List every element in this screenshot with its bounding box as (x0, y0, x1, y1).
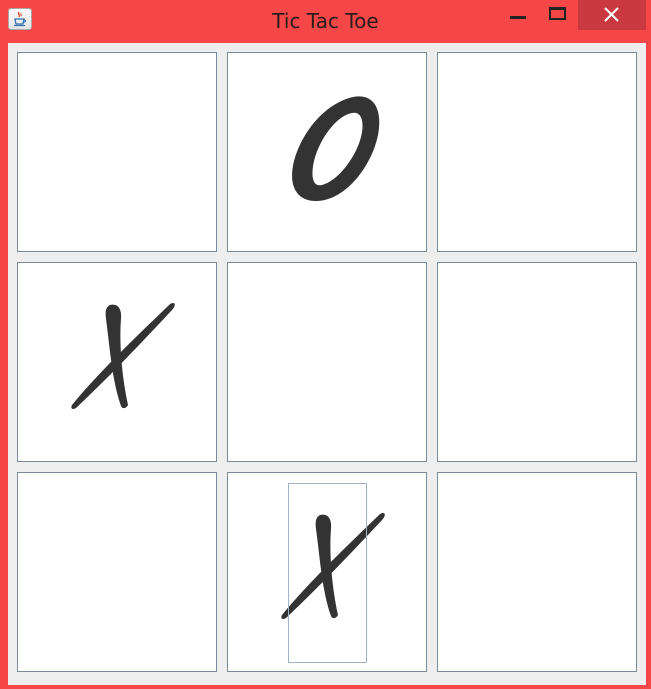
o-mark-icon (292, 96, 380, 201)
board-cell-7[interactable] (17, 472, 217, 672)
board-cell-9[interactable] (437, 472, 637, 672)
cell-value (438, 263, 439, 264)
board-cell-8[interactable]: X (227, 472, 427, 672)
cell-value (438, 53, 439, 54)
board-cell-3[interactable] (437, 52, 637, 252)
cell-value (18, 473, 19, 474)
board-cell-6[interactable] (437, 262, 637, 462)
close-button[interactable] (578, 0, 646, 30)
x-mark-icon (71, 303, 175, 409)
game-board: O X X (8, 43, 646, 685)
cell-value (438, 473, 439, 474)
minimize-icon (510, 16, 526, 19)
cell-value (228, 263, 229, 264)
minimize-button[interactable] (500, 0, 534, 30)
maximize-button[interactable] (540, 0, 574, 30)
board-cell-4[interactable]: X (17, 262, 217, 462)
board-cell-2[interactable]: O (227, 52, 427, 252)
board-cell-1[interactable] (17, 52, 217, 252)
board-cell-5[interactable] (227, 262, 427, 462)
title-bar[interactable]: Tic Tac Toe (0, 0, 651, 42)
maximize-icon (549, 7, 566, 20)
close-icon (604, 7, 619, 22)
app-window: Tic Tac Toe O X X (0, 0, 651, 689)
cell-value (18, 53, 19, 54)
x-mark-icon (281, 513, 385, 619)
